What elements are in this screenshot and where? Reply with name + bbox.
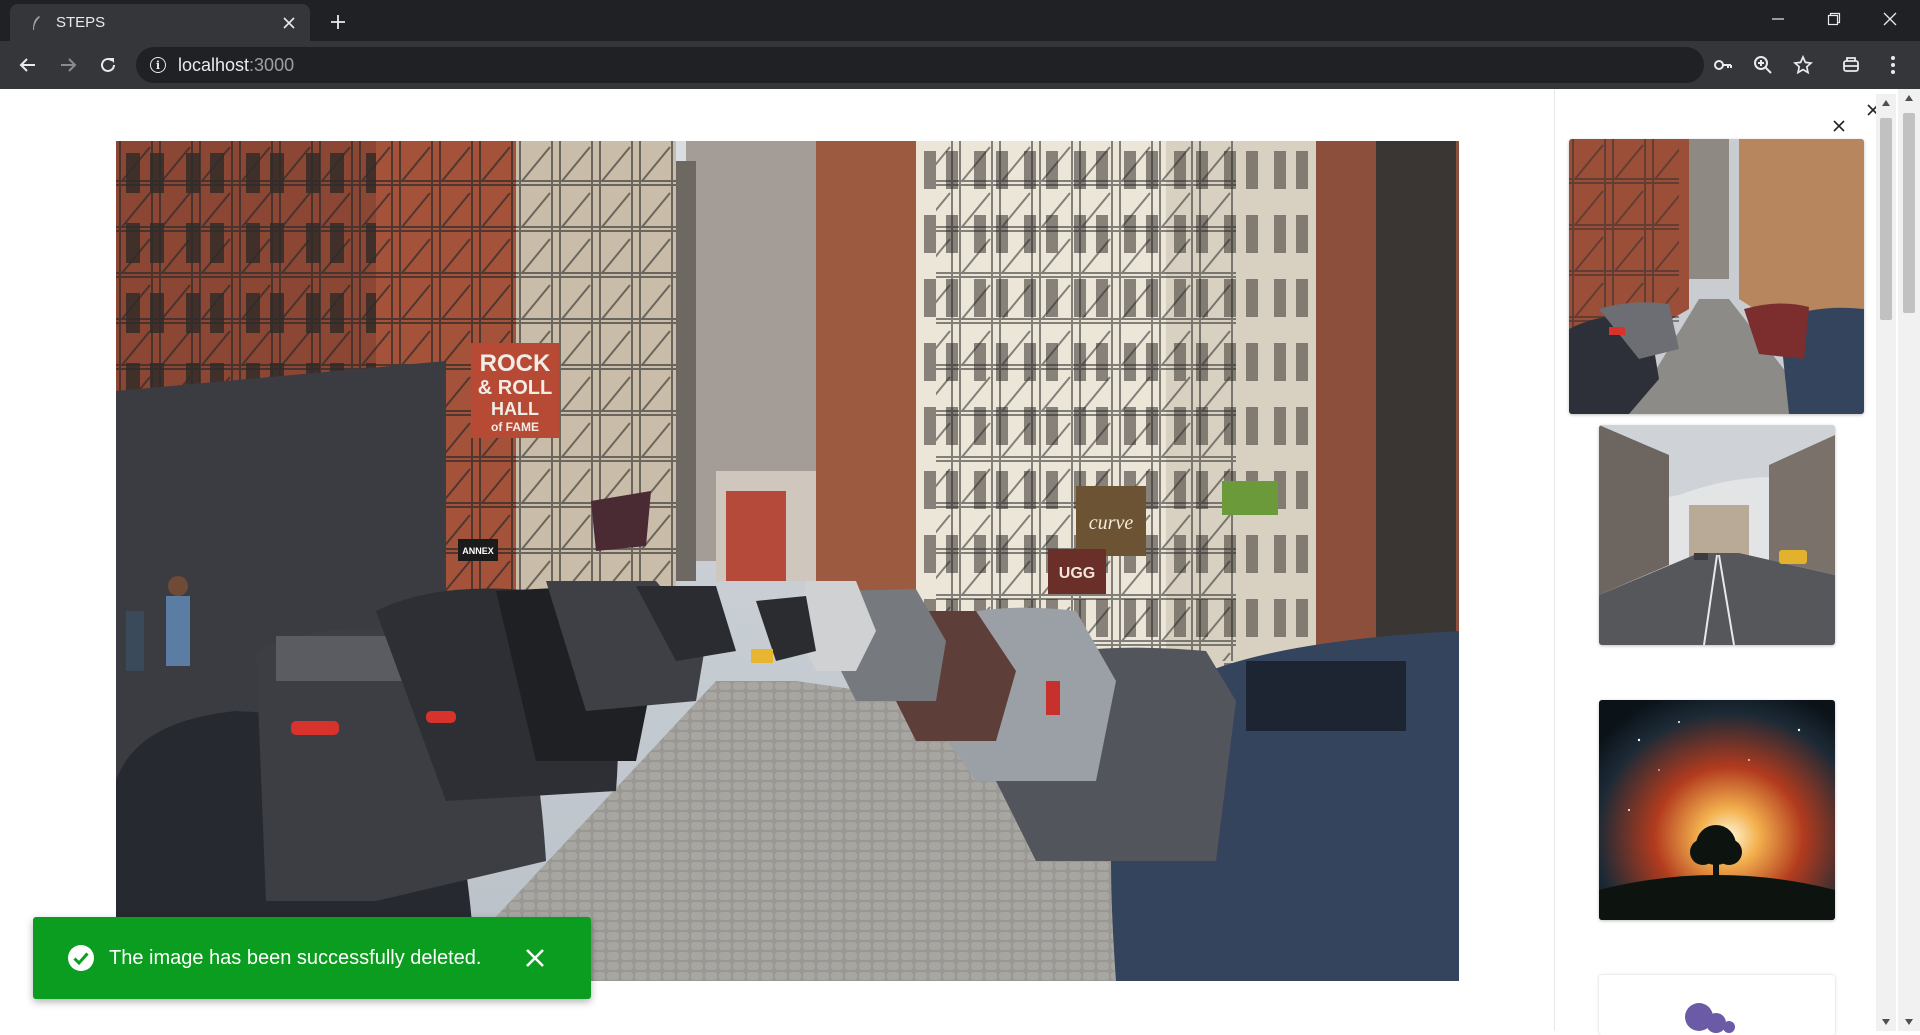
scroll-up-arrow-icon[interactable]: [1876, 94, 1896, 112]
success-toast: The image has been successfully deleted.: [33, 917, 591, 999]
more-icon[interactable]: [1878, 50, 1908, 80]
page-viewport: ROCK & ROLL HALL of FAME ANNEX curve UGG: [0, 89, 1920, 1035]
svg-text:ROCK: ROCK: [480, 350, 551, 377]
svg-text:HALL: HALL: [491, 399, 539, 419]
page-scrollbar[interactable]: [1898, 89, 1920, 1031]
plus-icon[interactable]: [324, 8, 352, 36]
scroll-down-arrow-icon[interactable]: [1876, 1013, 1896, 1031]
check-circle-icon: [67, 944, 95, 972]
scroll-thumb[interactable]: [1903, 113, 1915, 313]
browser-tab[interactable]: STEPS: [10, 4, 310, 41]
info-icon[interactable]: i: [150, 57, 166, 73]
street-thumbnail[interactable]: [1569, 139, 1864, 414]
close-icon[interactable]: [278, 12, 300, 34]
feather-icon: [28, 15, 44, 31]
logo-thumbnail[interactable]: [1599, 975, 1835, 1035]
close-icon[interactable]: [515, 938, 555, 978]
scroll-down-arrow-icon[interactable]: [1898, 1013, 1920, 1031]
star-icon[interactable]: [1788, 50, 1818, 80]
restore-icon[interactable]: [1806, 0, 1862, 38]
address-port: :3000: [249, 54, 295, 75]
zoom-icon[interactable]: [1748, 50, 1778, 80]
toast-message: The image has been successfully deleted.: [109, 946, 482, 969]
key-icon[interactable]: [1708, 50, 1738, 80]
svg-text:ANNEX: ANNEX: [462, 546, 494, 556]
main-image: ROCK & ROLL HALL of FAME ANNEX curve UGG: [116, 141, 1459, 981]
extension-icon[interactable]: [1836, 50, 1866, 80]
minimize-icon[interactable]: [1750, 0, 1806, 38]
tree-galaxy-thumbnail[interactable]: [1599, 700, 1835, 920]
scroll-thumb[interactable]: [1880, 118, 1892, 320]
close-icon[interactable]: [1828, 115, 1850, 137]
tab-title: STEPS: [56, 14, 106, 31]
back-arrow-icon[interactable]: [12, 49, 44, 81]
address-host: localhost: [178, 54, 250, 75]
reload-icon[interactable]: [92, 49, 124, 81]
scroll-up-arrow-icon[interactable]: [1898, 89, 1920, 107]
road-thumbnail[interactable]: [1599, 425, 1835, 645]
browser-toolbar: i localhost:3000: [0, 41, 1920, 89]
address-bar[interactable]: i localhost:3000: [136, 47, 1704, 83]
forward-arrow-icon[interactable]: [52, 49, 84, 81]
svg-text:& ROLL: & ROLL: [478, 377, 552, 399]
svg-text:UGG: UGG: [1059, 565, 1095, 582]
panel-scrollbar[interactable]: [1876, 94, 1896, 1031]
svg-text:curve: curve: [1089, 512, 1134, 534]
close-window-icon[interactable]: [1862, 0, 1918, 38]
svg-text:of FAME: of FAME: [491, 420, 539, 434]
tab-strip: STEPS: [0, 0, 1920, 41]
